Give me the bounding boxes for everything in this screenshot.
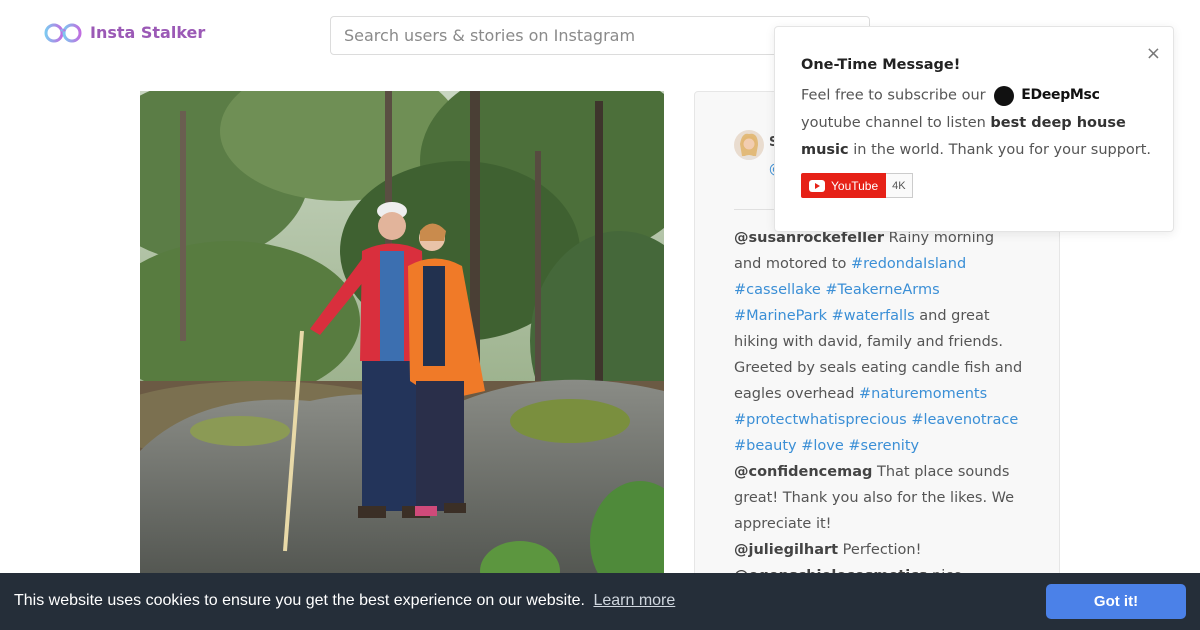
comment-text: Perfection! <box>838 542 922 558</box>
youtube-subscribe-widget[interactable]: YouTube 4K <box>801 173 913 198</box>
comment-item: @susanrockefeller Rainy morning and moto… <box>734 225 1024 459</box>
hashtag-link[interactable]: #waterfalls <box>832 308 915 324</box>
close-icon[interactable]: × <box>1146 44 1161 64</box>
youtube-subscribe-button[interactable]: YouTube <box>801 173 887 198</box>
cookie-message-row: This website uses cookies to ensure you … <box>14 592 675 610</box>
comment-username[interactable]: @confidencemag <box>734 464 872 480</box>
comment-item: @juliegilhart Perfection! <box>734 537 1024 563</box>
hashtag-link[interactable]: #redondaIsland <box>851 256 966 272</box>
hashtag-link[interactable]: #TeakerneArms <box>825 282 939 298</box>
post-image[interactable] <box>140 91 664 591</box>
channel-logo-icon <box>994 85 1015 106</box>
comment-username[interactable]: @susanrockefeller <box>734 230 884 246</box>
popup-text-3: in the world. Thank you for your support… <box>853 141 1152 158</box>
popup-body: Feel free to subscribe our EDeepMsc yout… <box>801 82 1153 164</box>
hashtag-link[interactable]: #MarinePark <box>734 308 827 324</box>
channel-name: EDeepMsc <box>1021 87 1100 103</box>
comment-username[interactable]: @juliegilhart <box>734 542 838 558</box>
hashtag-link[interactable]: #naturemoments <box>859 386 987 402</box>
hashtag-link[interactable]: #cassellake <box>734 282 821 298</box>
popup-text-2: youtube channel to listen <box>801 114 986 131</box>
learn-more-link[interactable]: Learn more <box>593 592 675 609</box>
hashtag-link[interactable]: #leavenotrace <box>911 412 1018 428</box>
hashtag-link[interactable]: #protectwhatisprecious <box>734 412 907 428</box>
youtube-label: YouTube <box>831 178 879 193</box>
youtube-play-icon <box>809 179 825 192</box>
popup-title: One-Time Message! <box>801 57 961 73</box>
hashtag-link[interactable]: #beauty <box>734 438 797 454</box>
glasses-icon <box>44 23 82 43</box>
avatar[interactable] <box>734 130 764 160</box>
brand-name: Insta Stalker <box>90 22 206 42</box>
channel-brand[interactable]: EDeepMsc <box>994 82 1100 109</box>
one-time-message-popup: One-Time Message! × Feel free to subscri… <box>774 26 1174 232</box>
comment-list: @susanrockefeller Rainy morning and moto… <box>734 225 1024 615</box>
page: Insta Stalker Search users & stories on … <box>0 0 1200 630</box>
subscriber-count: 4K <box>886 173 913 198</box>
comment-item: @confidencemag That place sounds great! … <box>734 459 1024 537</box>
hashtag-link[interactable]: #love <box>801 438 844 454</box>
cookie-banner: This website uses cookies to ensure you … <box>0 573 1200 630</box>
cookie-message: This website uses cookies to ensure you … <box>14 592 585 609</box>
hashtag-link[interactable]: #serenity <box>848 438 919 454</box>
popup-text-1: Feel free to subscribe our <box>801 87 986 104</box>
site-logo[interactable]: Insta Stalker <box>44 20 205 44</box>
accept-cookies-button[interactable]: Got it! <box>1046 584 1186 619</box>
